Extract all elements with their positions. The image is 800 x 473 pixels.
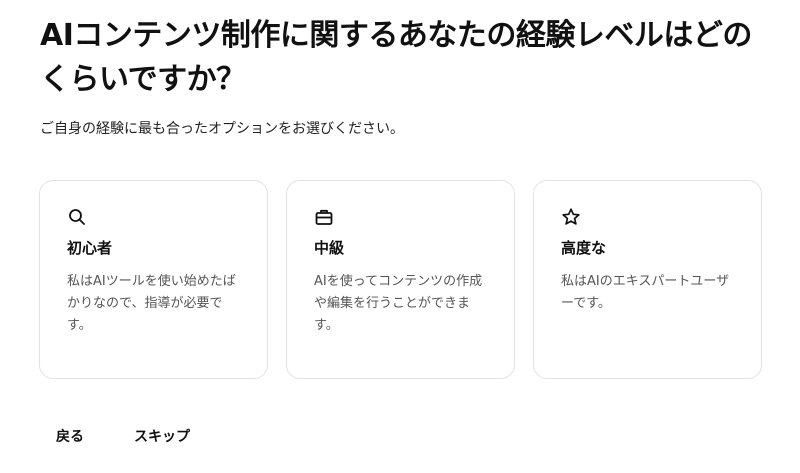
option-title: 中級 <box>314 239 345 257</box>
back-button[interactable]: 戻る <box>40 424 100 450</box>
option-description: AIを使ってコンテンツの作成や編集を行うことができます。 <box>314 274 483 333</box>
option-card-beginner[interactable]: 初心者 私はAIツールを使い始めたばかりなので、指導が必要です。 <box>39 180 268 379</box>
option-description: 私はAIツールを使い始めたばかりなので、指導が必要です。 <box>67 274 236 333</box>
star-icon <box>561 207 581 227</box>
footer-actions: 戻る スキップ <box>40 424 206 450</box>
option-description: 私はAIのエキスパートユーザーです。 <box>561 274 730 311</box>
option-card-intermediate[interactable]: 中級 AIを使ってコンテンツの作成や編集を行うことができます。 <box>286 180 515 379</box>
option-title: 高度な <box>561 239 607 257</box>
option-card-advanced[interactable]: 高度な 私はAIのエキスパートユーザーです。 <box>533 180 762 379</box>
skip-button[interactable]: スキップ <box>118 424 206 450</box>
option-title: 初心者 <box>67 239 113 257</box>
option-cards: 初心者 私はAIツールを使い始めたばかりなので、指導が必要です。 中級 AIを使… <box>39 180 762 379</box>
search-icon <box>67 207 87 227</box>
page-subtitle: ご自身の経験に最も合ったオプションをお選びください。 <box>40 121 404 137</box>
experience-level-page: AIコンテンツ制作に関するあなたの経験レベルはどのくらいですか？ ご自身の経験に… <box>0 0 800 473</box>
page-title: AIコンテンツ制作に関するあなたの経験レベルはどのくらいですか？ <box>40 18 752 97</box>
briefcase-icon <box>314 207 334 227</box>
